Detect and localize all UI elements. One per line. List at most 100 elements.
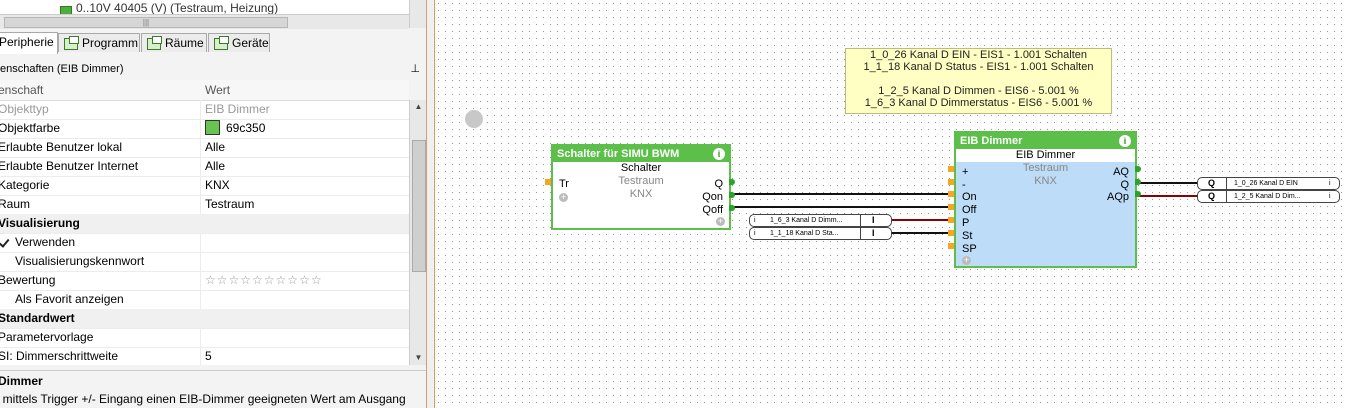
info-icon[interactable]: i [1329,191,1331,202]
property-row[interactable]: Kategorie KNX [0,176,409,196]
property-row[interactable]: Als Favorit anzeigen [0,290,409,310]
comment-line: 1_1_18 Kanal D Status - EIS1 - 1.001 Sch… [863,61,1094,73]
input-pin[interactable] [948,217,954,223]
eib-dimmer-block[interactable]: EIB Dimmer i EIB Dimmer Testraum KNX + -… [954,131,1137,268]
tree-item-label[interactable]: 0..10V 40405 (V) (Testraum, Heizung) [76,1,278,14]
tab-programm[interactable]: Programm [58,33,140,52]
input-reference[interactable]: i 1_6_3 Kanal D Dimm... I [749,214,892,227]
output-pin[interactable] [1135,166,1141,172]
column-header-value[interactable]: Wert [205,80,230,100]
tab-raeume[interactable]: Räume [141,33,207,52]
info-icon[interactable]: i [1119,135,1131,147]
tab-peripherie[interactable]: Peripherie [0,32,58,54]
property-value: Alle [205,140,226,154]
color-swatch[interactable] [205,120,220,135]
input-pin[interactable] [948,191,954,197]
output-label: Q [1120,179,1129,191]
pin-icon[interactable]: ⊥ [410,60,420,78]
tree-horizontal-scrollbar[interactable]: ||| [0,14,409,29]
info-icon[interactable]: i [754,228,756,239]
property-row[interactable]: Erlaubte Benutzer lokal Alle [0,138,409,158]
info-icon[interactable]: i [1329,178,1331,189]
input-label: Off [962,204,977,216]
block-header[interactable]: EIB Dimmer i [956,133,1135,149]
output-pin[interactable] [1135,179,1141,185]
property-row[interactable]: Raum Testraum [0,195,409,215]
property-row[interactable]: Parametervorlage [0,328,409,348]
splitter[interactable] [426,0,435,408]
property-row[interactable]: Objektfarbe 69c350 [0,119,409,139]
comment-line: 1_6_3 Kanal D Dimmerstatus - EIS6 - 5.00… [864,97,1093,109]
input-pin[interactable] [948,179,954,185]
add-input-icon[interactable]: + [559,193,568,202]
block-header[interactable]: Schalter für SIMU BWM i [553,146,729,162]
output-pin[interactable] [1135,191,1141,197]
property-grid-scrollbar[interactable]: ▲ ▼ [409,100,426,365]
tree-vertical-scrollbar[interactable] [409,0,426,28]
tab-label: Peripherie [0,35,54,49]
output-label: Qon [702,191,723,203]
output-pin[interactable] [729,192,735,198]
description-panel: Dimmer t mittels Trigger +/- Eingang ein… [0,370,426,408]
property-name: Objekttyp [0,102,49,116]
property-row[interactable]: Objekttyp EIB Dimmer [0,100,409,120]
input-pin[interactable] [948,243,954,249]
property-category[interactable]: Visualisierung [0,214,409,234]
input-pin[interactable] [948,166,954,172]
property-grid: enschaft Wert Objekttyp EIB Dimmer Objek… [0,80,409,365]
input-pin[interactable] [545,179,551,185]
property-category[interactable]: Standardwert [0,309,409,329]
scroll-down-icon[interactable]: ▼ [410,351,426,365]
properties-panel: 0..10V 40405 (V) (Testraum, Heizung) |||… [0,0,426,408]
add-input-icon[interactable]: + [962,256,971,265]
object-tree: 0..10V 40405 (V) (Testraum, Heizung) [0,0,426,14]
property-value: Alle [205,159,226,173]
input-label: St [962,230,973,242]
checkbox-checked-icon[interactable] [0,237,9,248]
properties-title: enschaften (EIB Dimmer) [0,63,124,75]
output-pin[interactable] [729,205,735,211]
property-name: Erlaubte Benutzer Internet [0,159,139,173]
scrollbar-thumb[interactable] [412,140,426,272]
property-row[interactable]: Verwenden [0,233,409,253]
output-label: Qoff [702,204,723,216]
output-pin[interactable] [729,179,735,185]
output-reference[interactable]: Q 1_0_26 Kanal D EIN i [1197,177,1340,190]
property-row[interactable]: SI: Dimmerschrittweite 5 [0,347,409,365]
input-pin[interactable] [948,204,954,210]
info-icon[interactable]: i [754,215,756,226]
reference-label: 1_2_5 Kanal D Dim... [1234,193,1301,200]
category-name: Visualisierung [0,216,80,230]
output-reference[interactable]: Q 1_2_5 Kanal D Dim... i [1197,190,1340,203]
comment-box[interactable]: 1_0_26 Kanal D EIN - EIS1 - 1.001 Schalt… [845,48,1112,114]
block-category: KNX [1034,175,1057,187]
property-value: 5 [205,349,212,363]
add-output-icon[interactable]: + [716,217,725,226]
block-title: Schalter für SIMU BWM [557,148,680,160]
comment-line: 1_2_5 Kanal D Dimmen - EIS6 - 5.001 % [878,85,1079,97]
block-type: EIB Dimmer [956,149,1135,162]
property-name: Bewertung [0,273,56,287]
input-label: P [962,217,970,229]
schalter-block[interactable]: Schalter für SIMU BWM i Schalter Testrau… [551,144,731,230]
description-title: Dimmer [0,374,43,388]
rating-stars[interactable]: ☆☆☆☆☆☆☆☆☆☆ [205,271,323,290]
input-pin[interactable] [948,230,954,236]
input-reference[interactable]: i 1_1_18 Kanal D Sta... I [749,227,892,240]
column-header-property[interactable]: enschaft [0,80,43,100]
input-label: + [962,166,969,178]
property-row[interactable]: Visualisierungskennwort [0,252,409,272]
property-name: Verwenden [15,235,76,249]
property-row[interactable]: Bewertung ☆☆☆☆☆☆☆☆☆☆ [0,271,409,291]
tab-label: Räume [165,36,204,50]
info-icon[interactable]: i [713,148,725,160]
tab-geraete[interactable]: Geräte [208,33,270,52]
tree-item-color-icon [60,6,72,14]
logic-canvas[interactable]: 1_0_26 Kanal D EIN - EIS1 - 1.001 Schalt… [435,0,1347,408]
property-row[interactable]: Erlaubte Benutzer Internet Alle [0,157,409,177]
output-label: AQp [1106,191,1129,203]
scrollbar-thumb[interactable]: ||| [4,17,288,28]
drag-handle[interactable] [465,110,483,128]
checkbox-unchecked-icon[interactable] [0,294,9,305]
scroll-up-icon[interactable]: ▲ [410,100,426,114]
